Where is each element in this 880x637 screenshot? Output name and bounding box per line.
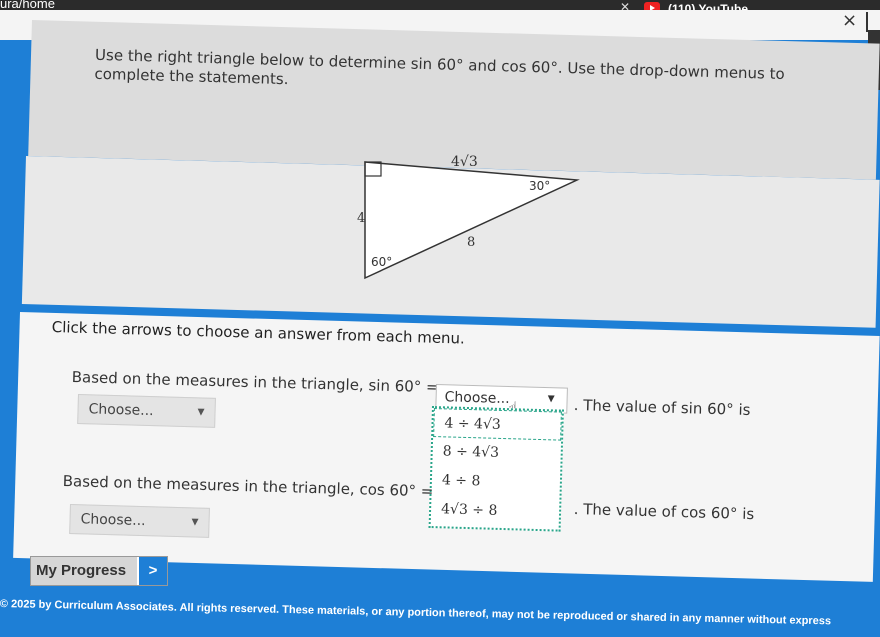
close-icon[interactable]: ×	[842, 10, 857, 31]
option-4-div-8[interactable]: 4 ÷ 8	[432, 466, 561, 499]
sin-value-select-placeholder: Choose...	[88, 401, 154, 420]
option-8-div-4sqrt3[interactable]: 8 ÷ 4√3	[432, 437, 561, 470]
sin-ratio-select-value: Choose...	[444, 389, 510, 408]
my-progress-button[interactable]: My Progress >	[30, 556, 168, 586]
angle-60-label: 60°	[371, 255, 392, 269]
sin-ratio-options: 4 ÷ 4√3 8 ÷ 4√3 4 ÷ 8 4√3 ÷ 8	[428, 406, 564, 532]
angle-30-label: 30°	[529, 179, 550, 193]
chevron-down-icon: ▼	[197, 407, 205, 418]
my-progress-label: My Progress	[36, 562, 127, 579]
question-text: Use the right triangle below to determin…	[94, 46, 855, 105]
option-4sqrt3-div-8[interactable]: 4√3 ÷ 8	[431, 495, 560, 528]
copyright-footer: © 2025 by Curriculum Associates. All rig…	[0, 598, 832, 628]
sin-value-select[interactable]: Choose... ▼	[77, 394, 216, 428]
hypotenuse-label: 8	[467, 235, 475, 250]
cos-value-select-placeholder: Choose...	[80, 511, 146, 530]
side-left-label: 4	[357, 211, 365, 226]
right-triangle-figure: 4√3 4 8 30° 60°	[357, 154, 580, 280]
chevron-down-icon: ▼	[191, 517, 199, 528]
side-top-label: 4√3	[451, 154, 478, 170]
option-4-div-4sqrt3[interactable]: 4 ÷ 4√3	[433, 408, 562, 441]
cos-value-select[interactable]: Choose... ▼	[69, 504, 210, 538]
chevron-down-icon: ▼	[547, 394, 555, 405]
header-divider	[866, 12, 868, 32]
chevron-right-icon[interactable]: >	[137, 557, 167, 585]
